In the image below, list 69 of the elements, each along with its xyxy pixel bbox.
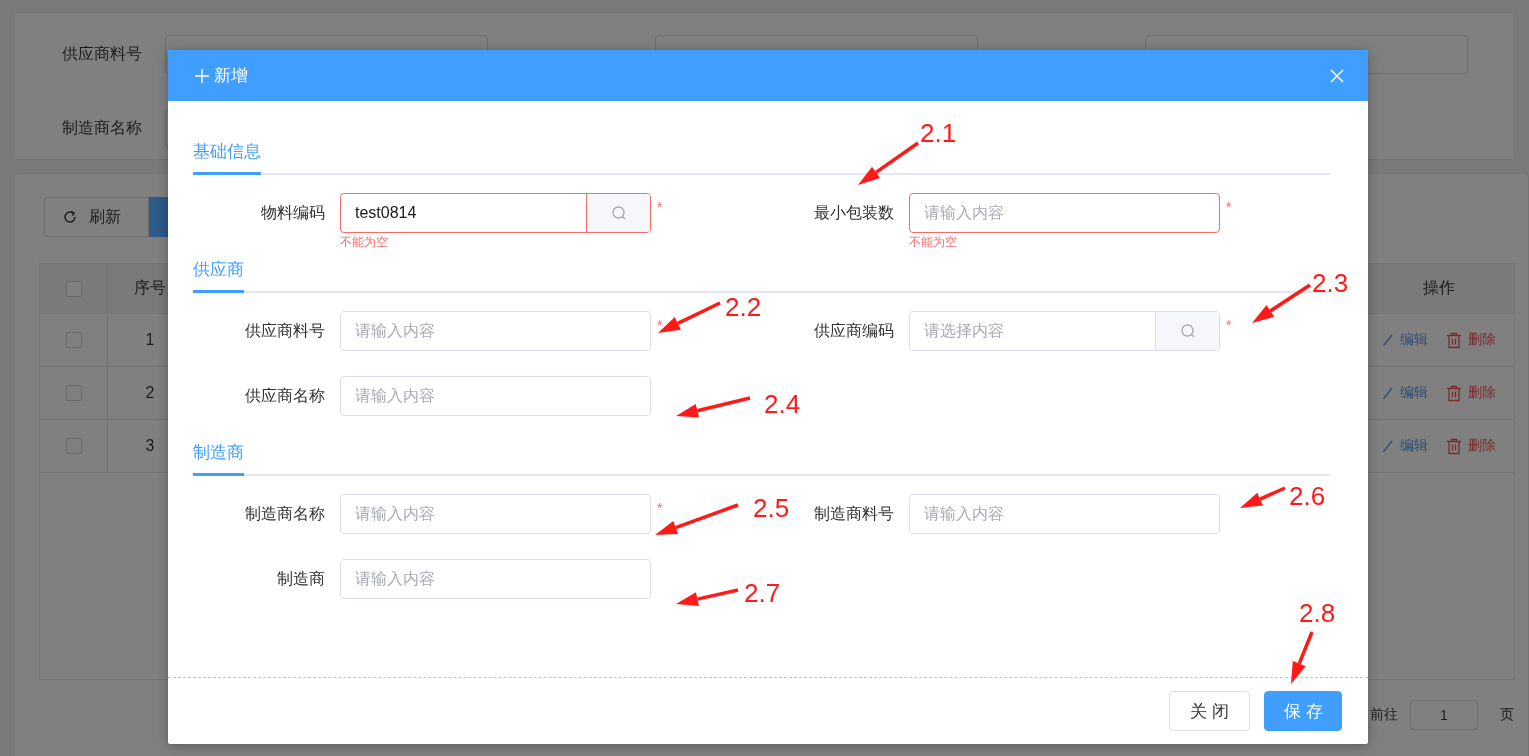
required-mark: * — [657, 317, 663, 333]
annotation-label: 2.7 — [744, 578, 781, 608]
delete-link[interactable]: 删除 — [1468, 384, 1496, 402]
field-label: 制造商 — [277, 570, 325, 587]
refresh-button[interactable]: 刷新 — [44, 197, 149, 237]
error-message: 不能为空 — [909, 234, 957, 250]
field-label: 供应商料号 — [245, 322, 325, 339]
input-field[interactable]: 请输入内容 — [340, 311, 651, 351]
search-icon[interactable] — [1179, 323, 1196, 339]
trash-icon[interactable] — [1446, 384, 1462, 402]
plus-icon — [194, 67, 210, 84]
pagination-label: 页 — [1500, 706, 1514, 724]
trash-icon[interactable] — [1446, 331, 1462, 349]
annotation-arrow — [676, 588, 739, 606]
edit-link[interactable]: 编辑 — [1400, 331, 1428, 349]
edit-icon[interactable] — [1382, 386, 1394, 400]
annotation-label: 2.3 — [1312, 268, 1349, 298]
annotation-label: 2.6 — [1289, 481, 1326, 511]
column-header: 操作 — [1423, 278, 1455, 298]
input-field[interactable]: 请输入内容 — [909, 193, 1220, 233]
annotation-label: 2.4 — [764, 389, 801, 419]
edit-link[interactable]: 编辑 — [1400, 384, 1428, 402]
annotation-arrow — [658, 301, 721, 333]
required-mark: * — [1226, 317, 1232, 333]
field-label: 物料编码 — [261, 204, 325, 221]
required-mark: * — [657, 199, 663, 215]
close-button[interactable]: 关闭 — [1169, 691, 1250, 731]
table-cell: 1 — [145, 331, 155, 349]
table-cell: 3 — [145, 437, 155, 455]
input-field[interactable]: 请选择内容 — [909, 311, 1220, 351]
annotation-label: 2.2 — [725, 292, 762, 322]
edit-icon[interactable] — [1382, 439, 1394, 453]
trash-icon[interactable] — [1446, 437, 1462, 455]
field-label: 供应商名称 — [245, 387, 325, 404]
error-message: 不能为空 — [340, 234, 388, 250]
input-field[interactable]: test0814 — [340, 193, 651, 233]
edit-icon[interactable] — [1382, 333, 1394, 347]
required-mark: * — [1226, 199, 1232, 215]
search-icon[interactable] — [610, 205, 627, 221]
input-field[interactable]: 请输入内容 — [909, 494, 1220, 534]
search-label: 供应商料号 — [62, 44, 143, 64]
delete-link[interactable]: 删除 — [1468, 437, 1496, 455]
input-field[interactable]: 请输入内容 — [340, 494, 651, 534]
input-field[interactable]: 请输入内容 — [340, 376, 651, 416]
page-input[interactable]: 1 — [1410, 700, 1478, 730]
save-button[interactable]: 保存 — [1264, 691, 1342, 731]
delete-link[interactable]: 删除 — [1468, 331, 1496, 349]
field-label: 制造商名称 — [245, 505, 325, 522]
annotation-label: 2.5 — [753, 493, 790, 523]
close-icon[interactable] — [1330, 68, 1344, 83]
dialog-title: 新增 — [214, 65, 248, 87]
pagination-label: 前往 — [1370, 706, 1398, 724]
edit-link[interactable]: 编辑 — [1400, 437, 1428, 455]
annotation-arrow — [1252, 283, 1311, 323]
field-label: 最小包装数 — [814, 204, 894, 221]
annotation-label: 2.1 — [920, 118, 957, 148]
field-label: 供应商编码 — [814, 322, 894, 339]
refresh-icon — [63, 210, 77, 224]
field-label: 制造商料号 — [814, 505, 894, 522]
table-cell: 2 — [145, 384, 155, 402]
annotation-arrow — [858, 141, 919, 185]
annotation-label: 2.8 — [1299, 598, 1336, 628]
annotation-arrow — [1291, 631, 1314, 684]
input-field[interactable]: 请输入内容 — [340, 559, 651, 599]
required-mark: * — [657, 500, 663, 516]
search-label: 制造商名称 — [62, 117, 143, 138]
column-header: 序号 — [134, 278, 166, 298]
annotation-arrow — [1240, 486, 1286, 508]
search-button[interactable] — [586, 194, 650, 232]
